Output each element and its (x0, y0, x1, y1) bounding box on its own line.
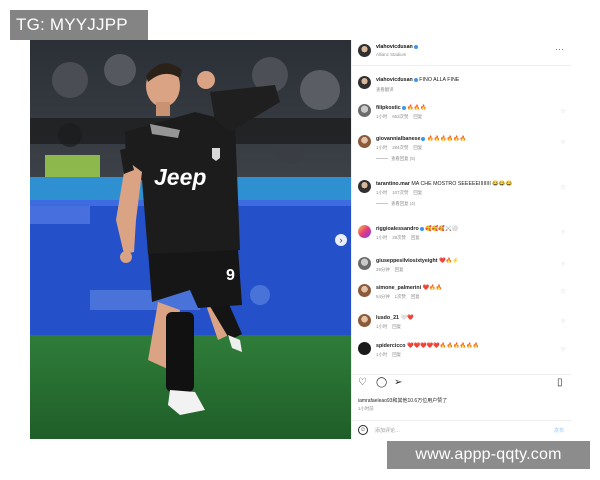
comment-likes[interactable]: 28次赞 (392, 235, 406, 240)
comment-meta: 1小时 653次赞 回复 (376, 114, 427, 120)
view-replies-button[interactable]: 查看回复 (5) (376, 156, 415, 162)
reply-button[interactable]: 回复 (413, 190, 422, 195)
comment-text: giovannialbanese 🔥🔥🔥🔥🔥🔥 (376, 136, 467, 142)
heart-icon[interactable]: ♡ (561, 347, 565, 353)
reply-button[interactable]: 回复 (411, 235, 420, 240)
commenter-avatar[interactable] (358, 180, 371, 193)
post-header: vlahovicdusan Allianz Stadium ··· (352, 40, 571, 66)
reply-button[interactable]: 回复 (392, 324, 401, 329)
commenter-avatar[interactable] (358, 104, 371, 117)
verified-icon (401, 105, 406, 110)
comment-meta: 1小时 回复 (376, 324, 406, 330)
comment-meta: 1小时 107次赞 回复 (376, 190, 427, 196)
reply-button[interactable]: 回复 (413, 145, 422, 150)
reply-button[interactable]: 回复 (411, 294, 420, 299)
instagram-post-screenshot: TG: MYYJJPP Jeep 9 › vlahovicdusan Allia… (0, 0, 600, 480)
reply-button[interactable]: 回复 (413, 114, 422, 119)
post-comment-button[interactable]: 发布 (554, 427, 564, 434)
comment-time: 1小时 (376, 114, 388, 119)
liked-by-text[interactable]: iamrafaeleao93和其他10.6万位用户赞了 (358, 397, 447, 404)
post-photo[interactable]: Jeep 9 › 👤 (30, 40, 351, 439)
heart-icon[interactable]: ♡ (561, 262, 565, 268)
commenter-avatar[interactable] (358, 135, 371, 148)
heart-icon[interactable]: ♡ (358, 378, 367, 388)
comment-time: 54分钟 (376, 294, 390, 299)
shorts-number: 9 (226, 267, 235, 284)
add-comment-bar: ☺ 添加评论… 发布 (352, 420, 571, 439)
bookmark-icon[interactable]: ▯ (557, 378, 563, 388)
author-avatar[interactable] (358, 44, 371, 57)
heart-icon[interactable]: ♡ (561, 289, 565, 295)
comment-meta: 39分钟 回复 (376, 267, 408, 273)
verified-icon (413, 44, 418, 49)
heart-icon[interactable]: ♡ (561, 185, 565, 191)
heart-icon[interactable]: ♡ (561, 140, 565, 146)
comment-input[interactable]: 添加评论… (375, 427, 400, 434)
watermark-top: TG: MYYJJPP (10, 10, 148, 40)
comment-time: 1小时 (376, 145, 388, 150)
more-horizontal-icon[interactable]: ··· (555, 45, 565, 54)
comment-icon[interactable]: ◯ (376, 378, 387, 388)
reply-button[interactable]: 回复 (392, 352, 401, 357)
comment-meta: 54分钟 1次赞 回复 (376, 294, 425, 300)
comment-meta: 1小时 28次赞 回复 (376, 235, 425, 241)
comment-meta: 1小时 回复 (376, 352, 406, 358)
comment-time: 1小时 (376, 235, 388, 240)
comment-time: 1小时 (376, 352, 388, 357)
heart-icon[interactable]: ♡ (561, 319, 565, 325)
verified-icon (421, 136, 426, 141)
player-photo: Jeep 9 (30, 40, 351, 439)
comment-likes[interactable]: 284次赞 (392, 145, 408, 150)
shirt-sponsor: Jeep (154, 164, 206, 190)
caption: vlahovicdusan FINO ALLA FINE (376, 77, 460, 83)
comment-text: simone_palmerini ❤️🔥🔥 (376, 285, 443, 291)
smile-icon[interactable]: ☺ (358, 425, 368, 435)
comment-text: lusdo_21 🤍❤️ (376, 315, 414, 321)
post-side-panel: vlahovicdusan Allianz Stadium ··· vlahov… (351, 40, 571, 439)
comment-text: filipkostic 🔥🔥🔥 (376, 105, 428, 111)
comment-time: 1小时 (376, 324, 388, 329)
author-username[interactable]: vlahovicdusan (376, 44, 418, 50)
heart-icon[interactable]: ♡ (561, 109, 565, 115)
comment-meta: 1小时 284次赞 回复 (376, 145, 427, 151)
verified-icon (413, 77, 418, 82)
reply-button[interactable]: 回复 (395, 267, 404, 272)
watermark-bottom: www.appp-qqty.com (387, 441, 590, 469)
caption-translate[interactable]: 查看翻译 (376, 87, 394, 93)
comment-text: riggioalessandro 🥰🥰🥰⚔️⚪ (376, 226, 459, 232)
comment-likes[interactable]: 107次赞 (392, 190, 408, 195)
view-replies-button[interactable]: 查看回复 (4) (376, 201, 415, 207)
post-actions-bar: ♡ ◯ ➢ ▯ (352, 374, 571, 390)
commenter-avatar[interactable] (358, 284, 371, 297)
caption-avatar[interactable] (358, 76, 371, 89)
send-icon[interactable]: ➢ (394, 378, 402, 388)
verified-icon (419, 226, 424, 231)
comment-text: giuseppesilviosixtyeight ❤️🔥⚡ (376, 258, 459, 264)
post-time: 1小时前 (358, 406, 374, 411)
comment-likes[interactable]: 1次赞 (395, 294, 406, 299)
heart-icon[interactable]: ♡ (561, 230, 565, 236)
comment-time: 1小时 (376, 190, 388, 195)
comment-text: spidercicco ❤️❤️❤️❤️❤️🔥🔥🔥🔥🔥🔥 (376, 343, 480, 349)
comment-time: 39分钟 (376, 267, 390, 272)
commenter-avatar[interactable] (358, 314, 371, 327)
commenter-avatar[interactable] (358, 257, 371, 270)
post-location[interactable]: Allianz Stadium (376, 52, 406, 57)
comment-text: tarantino.mar MA CHE MOSTRO SEEEEEIIIIII… (376, 181, 513, 187)
commenter-avatar[interactable] (358, 342, 371, 355)
comment-likes[interactable]: 653次赞 (392, 114, 408, 119)
chevron-right-icon[interactable]: › (335, 234, 347, 246)
commenter-avatar[interactable] (358, 225, 371, 238)
